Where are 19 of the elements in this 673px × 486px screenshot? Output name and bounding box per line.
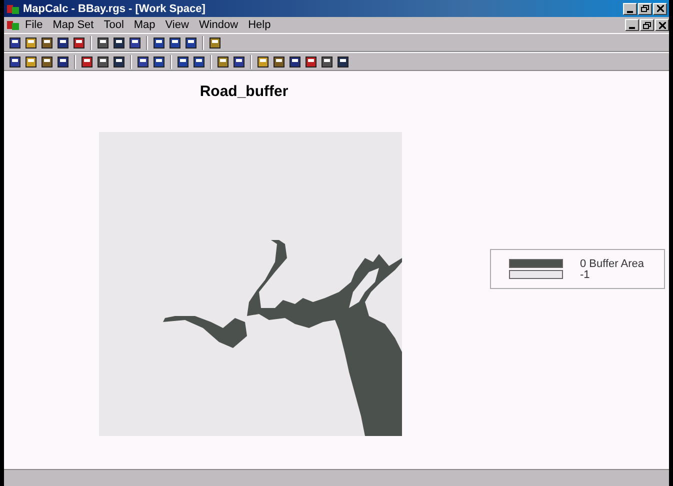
window-title: MapCalc - BBay.rgs - [Work Space]: [23, 2, 206, 14]
restore-button[interactable]: [640, 19, 654, 31]
menu-item[interactable]: Map Set: [48, 19, 99, 31]
menu-item[interactable]: Help: [243, 19, 276, 31]
menu-item[interactable]: Window: [194, 19, 244, 31]
legend-label: 0 Buffer Area: [580, 258, 644, 270]
menu-item[interactable]: File: [20, 19, 48, 31]
app-icon[interactable]: [6, 19, 20, 31]
menu-item[interactable]: Tool: [98, 19, 129, 31]
legend-label: -1: [580, 268, 590, 280]
close-button[interactable]: [655, 19, 669, 31]
close-button[interactable]: [653, 2, 667, 14]
map-title: Road_buffer: [200, 83, 288, 100]
minimize-button[interactable]: [623, 2, 637, 14]
restore-button[interactable]: [638, 2, 652, 14]
menu-item[interactable]: Map: [128, 19, 160, 31]
menu-item[interactable]: View: [160, 19, 194, 31]
minimize-button[interactable]: [625, 19, 639, 31]
app-icon: [6, 2, 20, 14]
